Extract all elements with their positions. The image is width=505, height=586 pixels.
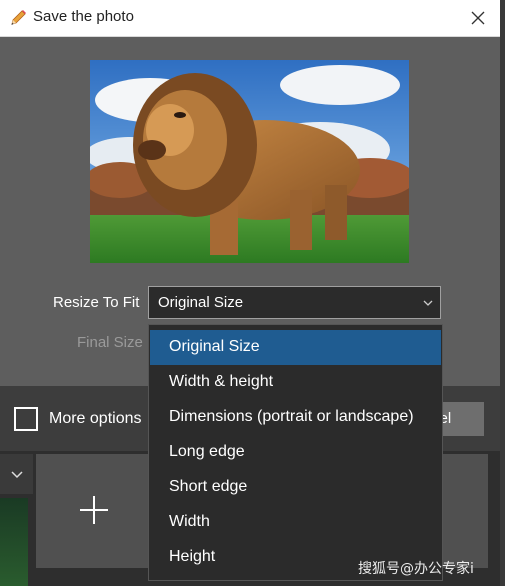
dropdown-option-dimensions[interactable]: Dimensions (portrait or landscape)	[150, 400, 441, 435]
dialog-edge	[500, 0, 505, 586]
close-button[interactable]	[466, 6, 490, 30]
more-options-checkbox[interactable]	[14, 407, 38, 431]
resize-to-fit-select[interactable]: Original Size	[148, 286, 441, 319]
dropdown-option-width[interactable]: Width	[150, 505, 441, 540]
close-icon	[471, 11, 485, 25]
title-bar: Save the photo	[0, 0, 500, 37]
watermark: 搜狐号@办公专家i	[358, 561, 474, 577]
background-thumbnail[interactable]	[0, 498, 28, 586]
background-tile[interactable]	[443, 454, 488, 568]
resize-options-dropdown: Original Size Width & height Dimensions …	[148, 324, 443, 581]
dropdown-option-long-edge[interactable]: Long edge	[150, 435, 441, 470]
dialog-title: Save the photo	[33, 8, 134, 25]
photo-preview	[90, 60, 409, 263]
dropdown-option-original-size[interactable]: Original Size	[150, 330, 441, 365]
final-size-label: Final Size	[77, 334, 143, 351]
resize-to-fit-value: Original Size	[158, 294, 244, 311]
chevron-down-icon	[423, 300, 433, 306]
dropdown-option-short-edge[interactable]: Short edge	[150, 470, 441, 505]
more-options-label[interactable]: More options	[49, 410, 142, 428]
add-photo-tile[interactable]	[36, 454, 151, 568]
plus-icon	[80, 496, 108, 524]
background-collapse-button[interactable]	[0, 454, 33, 494]
chevron-down-icon	[11, 471, 23, 479]
resize-to-fit-label: Resize To Fit	[53, 294, 140, 311]
lion-photo	[90, 60, 409, 263]
dropdown-option-width-height[interactable]: Width & height	[150, 365, 441, 400]
pencil-icon	[11, 10, 26, 25]
